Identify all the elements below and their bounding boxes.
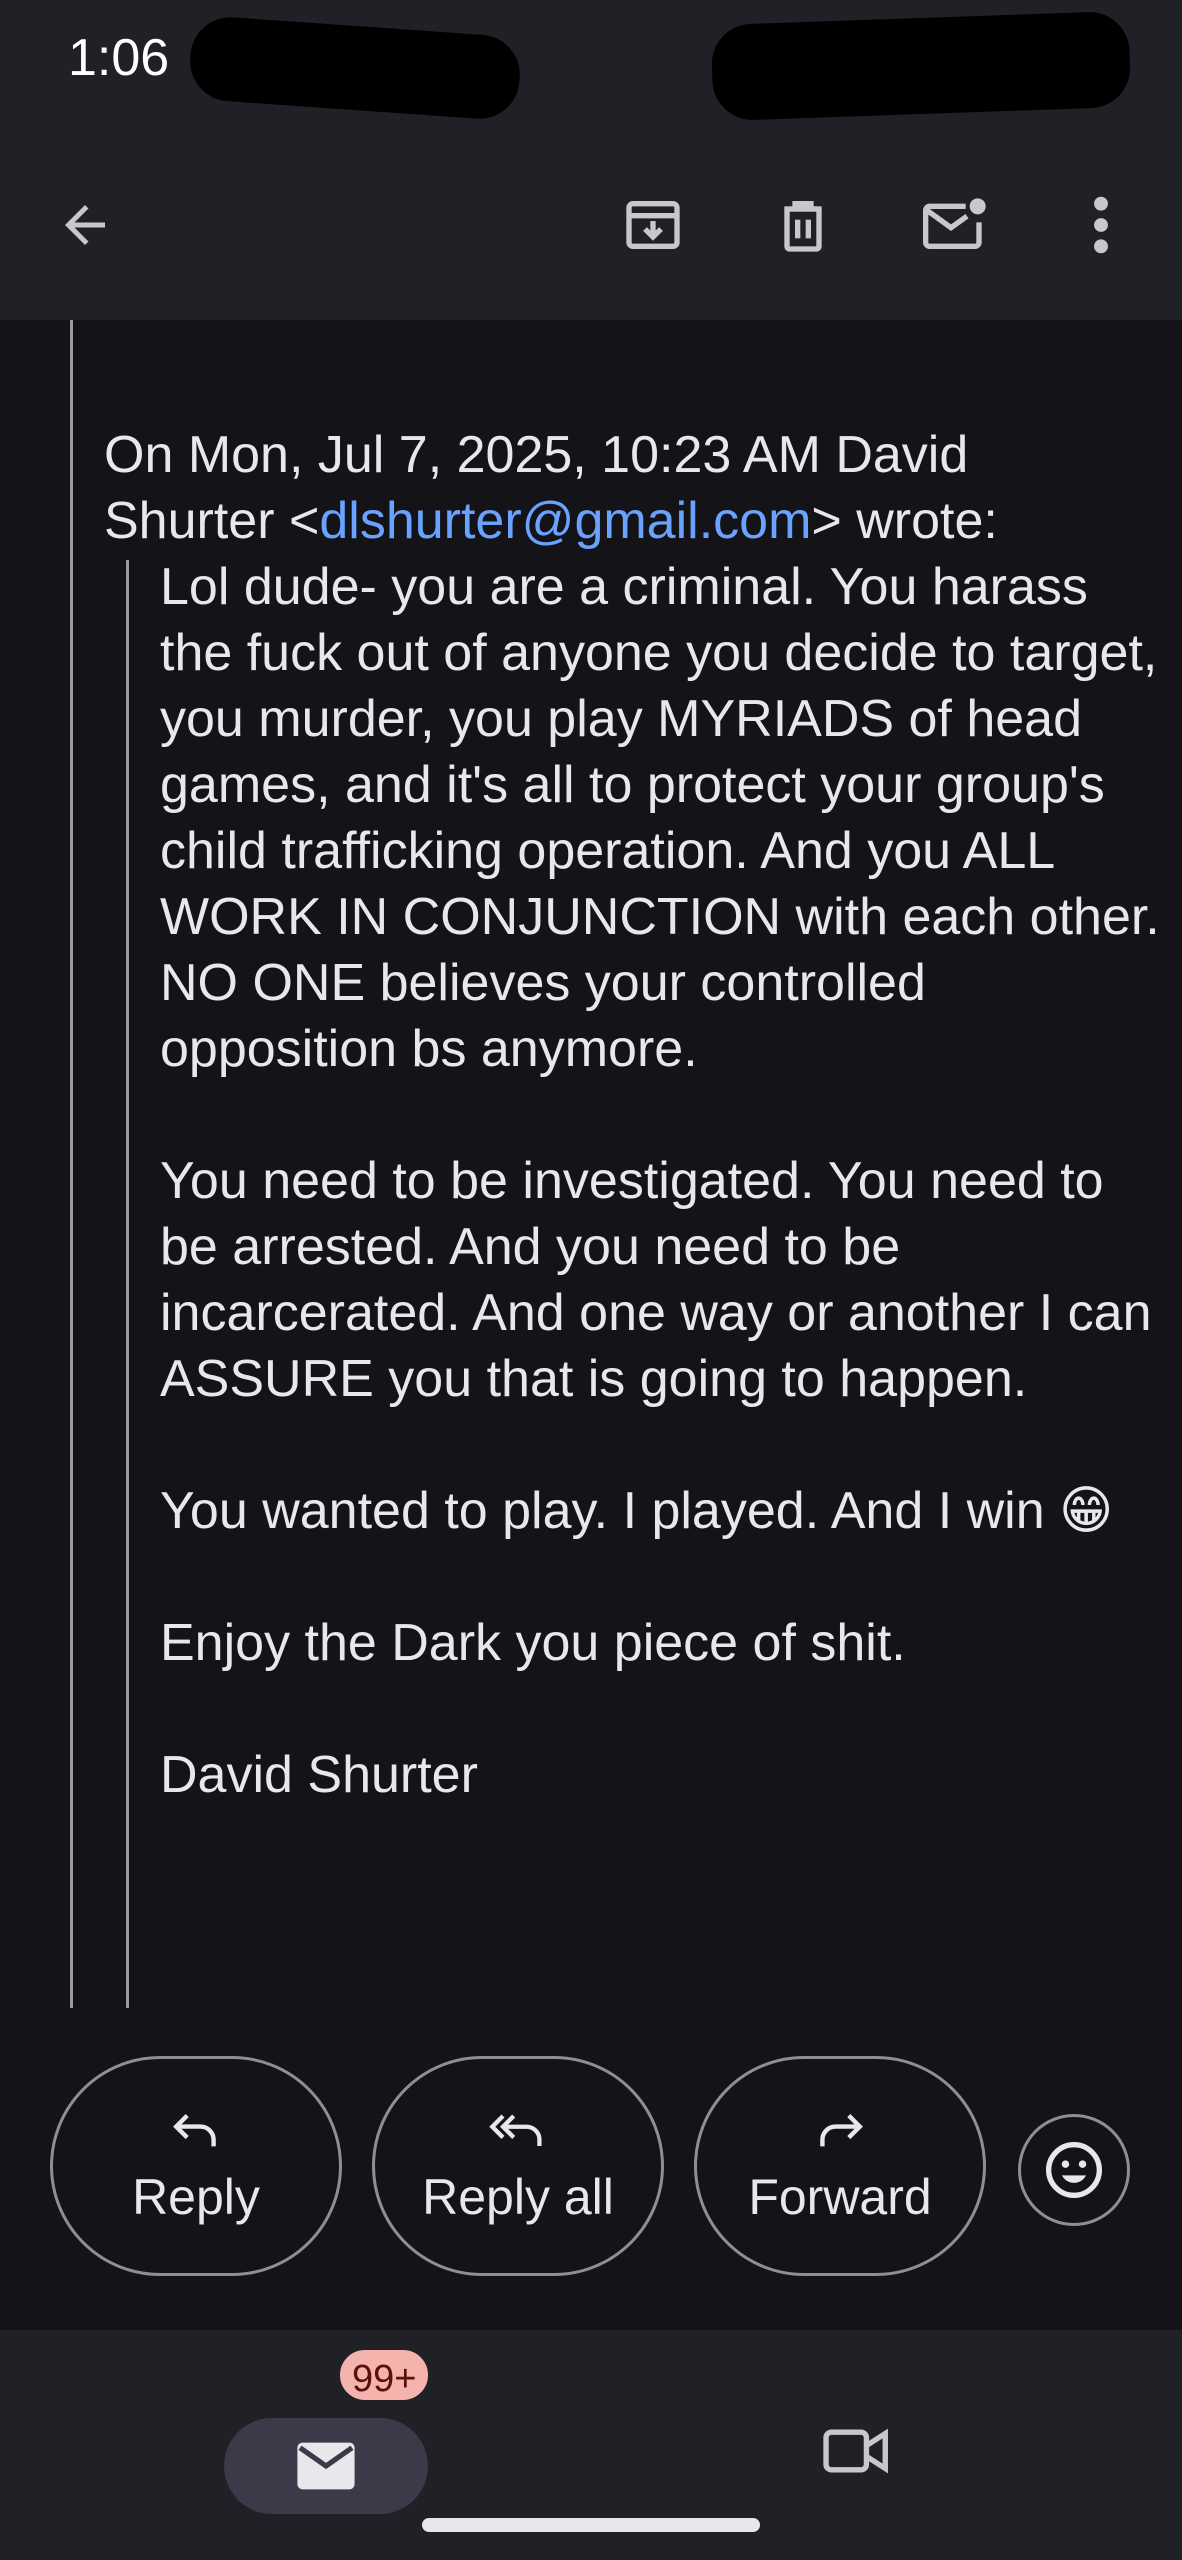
quote-attribution-suffix: > wrote:: [811, 492, 998, 550]
quote-email-link[interactable]: dlshurter@gmail.com: [319, 492, 811, 550]
gmail-message-screen: 1:06 On Mon, Jul 7, 2025, 10:23 AM David…: [0, 0, 1182, 2560]
delete-button[interactable]: [758, 180, 848, 270]
archive-icon: [626, 201, 680, 249]
quoted-text: Lol dude- you are a criminal. You harass…: [160, 554, 1160, 1808]
message-toolbar: [0, 130, 1182, 320]
reply-all-button[interactable]: Reply all: [372, 2056, 664, 2276]
trash-icon: [784, 201, 822, 252]
quote-rule-outer: [70, 320, 73, 2008]
message-actions: Reply Reply all Forward: [0, 2030, 1182, 2330]
back-button[interactable]: [40, 180, 130, 270]
status-bar: 1:06: [0, 0, 1182, 130]
reply-label: Reply: [132, 2169, 260, 2225]
mark-unread-icon: [923, 198, 986, 249]
more-options-button[interactable]: [1056, 180, 1146, 270]
forward-button[interactable]: Forward: [694, 2056, 986, 2276]
mail-icon: [297, 2442, 355, 2490]
home-indicator[interactable]: [422, 2518, 760, 2532]
quote-rule-inner: [126, 560, 129, 2008]
add-reaction-button[interactable]: [1018, 2114, 1130, 2226]
meet-tab[interactable]: [812, 2406, 902, 2496]
message-body: On Mon, Jul 7, 2025, 10:23 AM David Shur…: [0, 320, 1182, 2030]
archive-button[interactable]: [608, 180, 698, 270]
redaction-mark: [187, 14, 523, 122]
quote-paragraph: You need to be investigated. You need to…: [160, 1152, 1152, 1408]
smiley-icon: [1046, 2142, 1102, 2198]
reply-button[interactable]: Reply: [50, 2056, 342, 2276]
status-time: 1:06: [68, 29, 170, 87]
quote-paragraph: You wanted to play. I played. And I win …: [160, 1482, 1114, 1540]
mark-unread-button[interactable]: [910, 180, 1000, 270]
forward-label: Forward: [748, 2169, 932, 2225]
unread-count-badge: 99+: [336, 2346, 433, 2404]
back-arrow-icon: [65, 205, 105, 245]
quote-paragraph: Enjoy the Dark you piece of shit.: [160, 1614, 906, 1672]
quote-attribution: On Mon, Jul 7, 2025, 10:23 AM David Shur…: [104, 422, 1144, 554]
quote-paragraph: Lol dude- you are a criminal. You harass…: [160, 558, 1160, 1078]
reply-icon: [169, 2106, 223, 2156]
reply-all-icon: [488, 2106, 548, 2156]
mail-tab[interactable]: [224, 2418, 428, 2514]
redaction-mark: [710, 10, 1132, 122]
more-vert-icon: [1094, 196, 1108, 254]
reply-all-label: Reply all: [422, 2169, 614, 2225]
quote-signature: David Shurter: [160, 1746, 478, 1804]
forward-icon: [813, 2106, 867, 2156]
video-camera-icon: [823, 2428, 888, 2474]
